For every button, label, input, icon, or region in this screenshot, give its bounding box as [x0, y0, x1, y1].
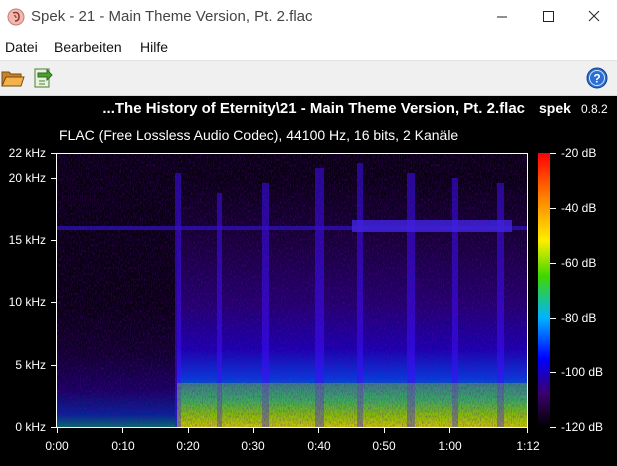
db-label-80: -80 dB: [561, 311, 597, 325]
title-bar: Spek - 21 - Main Theme Version, Pt. 2.fl…: [0, 0, 617, 34]
spek-ear-icon: [7, 8, 25, 26]
close-button[interactable]: [571, 0, 617, 34]
menu-bar: Datei Bearbeiten Hilfe: [0, 36, 617, 58]
maximize-icon: [543, 11, 554, 22]
svg-text:?: ?: [593, 72, 600, 86]
menu-bearbeiten[interactable]: Bearbeiten: [54, 39, 122, 55]
save-icon: [34, 68, 53, 88]
db-label-20: -20 dB: [561, 146, 597, 160]
spectrogram-canvas: ...The History of Eternity\21 - Main The…: [0, 96, 617, 466]
minimize-button[interactable]: [479, 0, 525, 34]
axis-ticks: [51, 153, 556, 433]
db-colorbar: [538, 153, 550, 427]
window-title: Spek - 21 - Main Theme Version, Pt. 2.fl…: [31, 8, 313, 25]
help-icon: ?: [586, 67, 608, 89]
db-label-100: -100 dB: [561, 365, 604, 379]
open-folder-icon: [1, 71, 25, 87]
help-button[interactable]: ?: [584, 65, 610, 91]
close-icon: [588, 10, 600, 22]
db-label-60: -60 dB: [561, 256, 597, 270]
save-button[interactable]: [30, 65, 56, 91]
menu-datei[interactable]: Datei: [5, 39, 38, 55]
open-button[interactable]: [0, 65, 26, 91]
maximize-button[interactable]: [525, 0, 571, 34]
menu-hilfe[interactable]: Hilfe: [140, 39, 168, 55]
db-label-120: -120 dB: [561, 420, 604, 434]
db-label-40: -40 dB: [561, 201, 597, 215]
toolbar: ?: [0, 60, 617, 96]
minimize-icon: [497, 16, 507, 18]
